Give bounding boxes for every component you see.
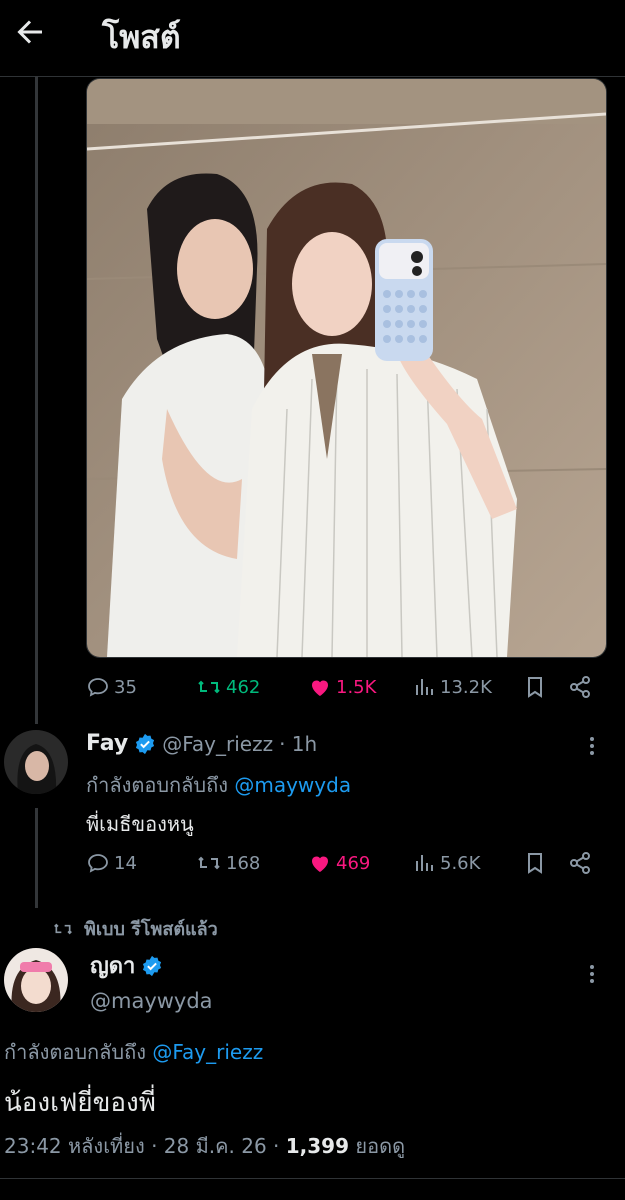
page-title: โพสต์ <box>102 18 181 56</box>
views-icon <box>416 679 433 695</box>
top-bar: โพสต์ <box>0 0 625 77</box>
bookmark-icon <box>528 677 542 698</box>
avatar-image <box>4 730 68 794</box>
more-icon <box>590 965 594 983</box>
replying-to: กำลังตอบกลับถึง @Fay_riezz <box>4 1036 263 1068</box>
mention-link[interactable]: @Fay_riezz <box>152 1040 263 1064</box>
post-meta: 23:42 หลังเที่ยง · 28 มี.ค. 26 · 1,399 ย… <box>4 1134 406 1158</box>
like-button[interactable]: 1.5K <box>308 667 376 707</box>
views-button[interactable]: 13.2K <box>414 667 492 707</box>
replying-prefix: กำลังตอบกลับถึง <box>4 1040 146 1064</box>
views-count: 5.6K <box>440 852 481 874</box>
more-button[interactable] <box>580 734 604 758</box>
views-button[interactable]: 5.6K <box>414 843 480 883</box>
reply-count: 35 <box>114 676 137 698</box>
repost-icon <box>198 856 220 870</box>
reply-icon <box>88 854 108 873</box>
focal-text: น้องเฟยี่ของพี่ <box>4 1088 156 1118</box>
bookmark-button[interactable] <box>524 667 550 707</box>
post-action-bar: 35 462 1.5K 13.2K <box>86 667 606 707</box>
author-handle[interactable]: @maywyda <box>90 989 213 1013</box>
repost-notice: พิเบบ รีโพสต์แล้ว <box>52 914 218 943</box>
reply-count: 14 <box>114 852 137 874</box>
reply-button[interactable]: 35 <box>86 667 137 707</box>
focal-author: ญดา @maywyda <box>90 948 213 1013</box>
reply-header: Fay @Fay_riezz · 1h <box>86 731 317 756</box>
replying-prefix: กำลังตอบกลับถึง <box>86 773 228 797</box>
views-count: 13.2K <box>440 676 492 698</box>
bookmark-button[interactable] <box>524 843 550 883</box>
avatar-image <box>4 948 68 1012</box>
back-arrow-icon <box>17 20 42 44</box>
more-icon <box>590 737 594 755</box>
verified-icon <box>143 955 162 976</box>
avatar[interactable] <box>4 948 68 1012</box>
reply-action-bar: 14 168 469 5.6K <box>86 843 606 883</box>
bookmark-icon <box>528 853 542 874</box>
like-button[interactable]: 469 <box>308 843 370 883</box>
verified-icon <box>136 733 155 754</box>
repost-button[interactable]: 168 <box>196 843 260 883</box>
like-icon <box>312 856 328 872</box>
avatar[interactable] <box>4 730 68 794</box>
author-handle[interactable]: @Fay_riezz <box>162 732 273 756</box>
views-count: 1,399 <box>285 1134 350 1158</box>
repost-notice-text[interactable]: พิเบบ รีโพสต์แล้ว <box>84 914 218 943</box>
divider <box>0 1178 625 1179</box>
views-icon <box>416 855 433 871</box>
post-date[interactable]: 28 มี.ค. 26 <box>164 1134 267 1158</box>
share-icon <box>570 852 590 874</box>
author-name[interactable]: Fay <box>86 731 128 756</box>
like-count: 1.5K <box>336 676 377 698</box>
share-icon <box>570 676 590 698</box>
photo-illustration <box>87 79 606 657</box>
more-button[interactable] <box>580 962 604 986</box>
reply-icon <box>88 678 108 697</box>
share-button[interactable] <box>568 843 596 883</box>
like-count: 469 <box>336 852 371 874</box>
back-button[interactable] <box>12 14 48 50</box>
post-time: · 1h <box>279 731 318 756</box>
share-button[interactable] <box>568 667 596 707</box>
views-label: ยอดดู <box>355 1134 406 1158</box>
thread-line <box>35 76 38 724</box>
repost-button[interactable]: 462 <box>196 667 260 707</box>
thread-line <box>35 808 38 908</box>
reply-button[interactable]: 14 <box>86 843 137 883</box>
post-photo[interactable] <box>86 78 607 658</box>
mention-link[interactable]: @maywyda <box>234 773 351 797</box>
repost-count: 462 <box>226 676 261 698</box>
like-icon <box>312 680 328 696</box>
post-time[interactable]: 23:42 หลังเที่ยง <box>4 1134 145 1158</box>
reply-text: พี่เมธีของหนู <box>86 812 194 836</box>
replying-to: กำลังตอบกลับถึง @maywyda <box>86 769 351 801</box>
repost-count: 168 <box>226 852 261 874</box>
repost-icon <box>54 923 72 934</box>
author-name[interactable]: ญดา <box>90 948 135 983</box>
repost-icon <box>198 680 220 694</box>
